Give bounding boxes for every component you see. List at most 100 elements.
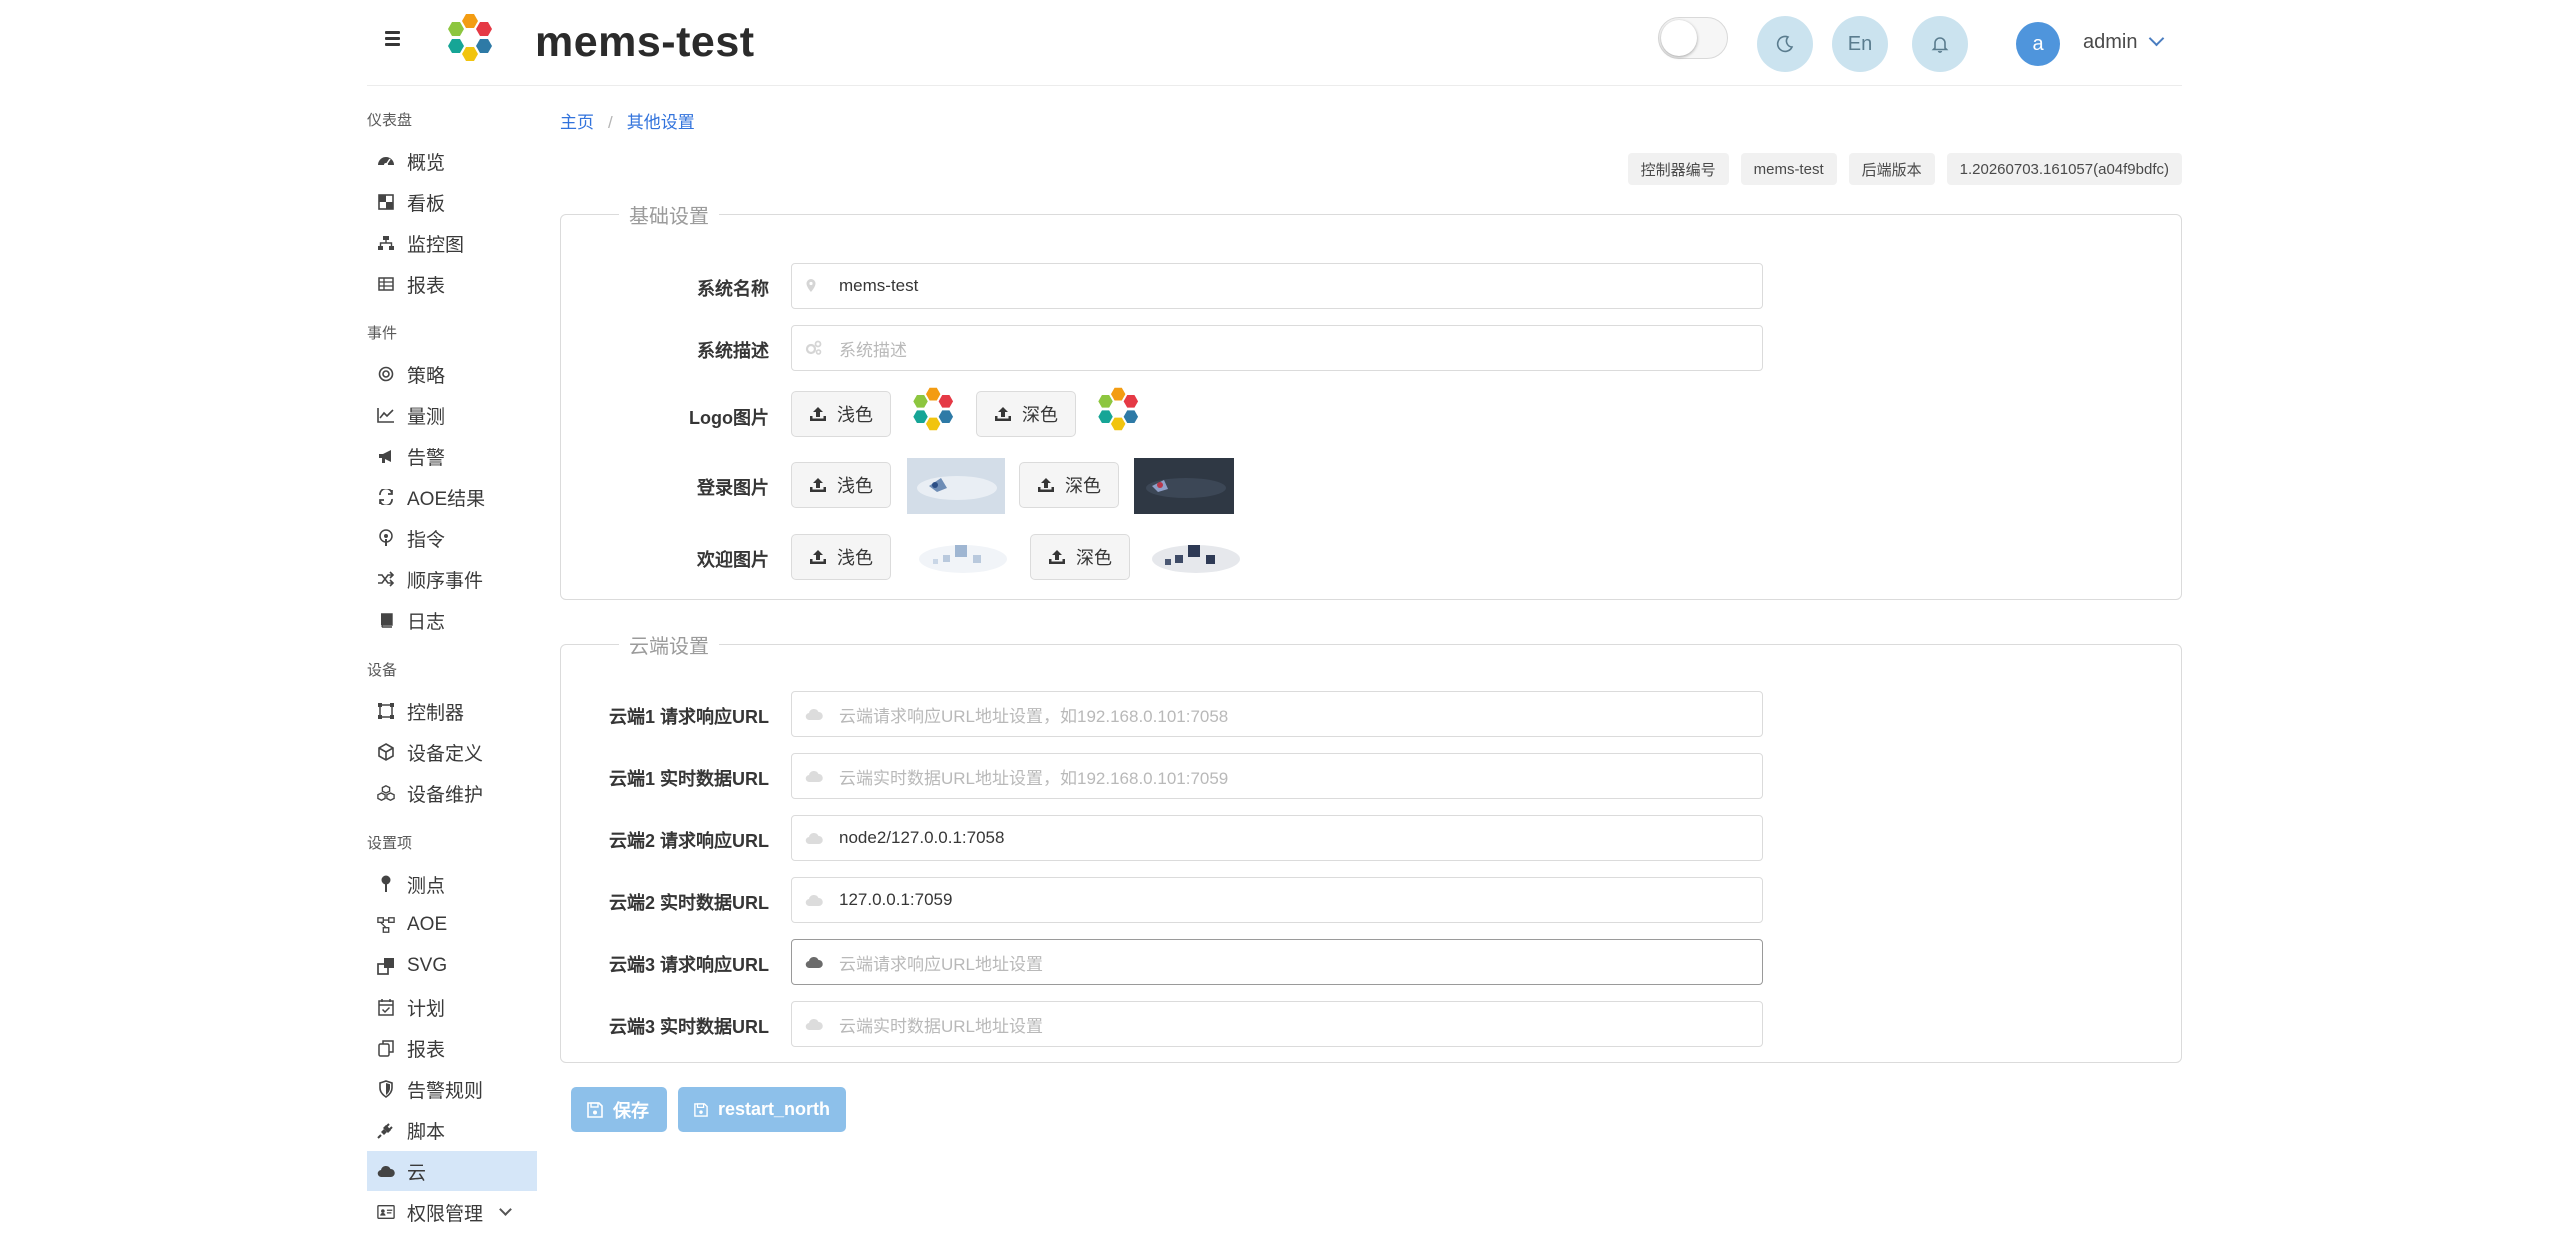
cloud2-request-url-label: 云端2 请求响应URL: [608, 831, 769, 851]
upload-icon: [1049, 550, 1065, 564]
sidebar-item-monitor[interactable]: 监控图: [367, 223, 537, 263]
system-name-field[interactable]: mems-test: [791, 263, 1763, 309]
cube-icon: [377, 743, 395, 761]
dashboard-icon: [377, 152, 395, 170]
login-light-upload-button[interactable]: 浅色: [791, 462, 891, 508]
sidebar-item-command[interactable]: 指令: [367, 518, 537, 558]
info-tags: 控制器编号 mems-test 后端版本 1.20260703.161057(a…: [1627, 153, 2182, 185]
save-icon: [587, 1101, 603, 1118]
exchange-icon: [377, 488, 395, 506]
cloud1-realtime-url-field[interactable]: 云端实时数据URL地址设置，如192.168.0.101:7059: [791, 753, 1763, 799]
system-desc-field[interactable]: 系统描述: [791, 325, 1763, 371]
sidebar-item-board[interactable]: 看板: [367, 182, 537, 222]
login-light-preview: [907, 458, 1005, 514]
sidebar-item-report[interactable]: 报表: [367, 264, 537, 304]
cloud2-request-url-field[interactable]: node2/127.0.0.1:7058: [791, 815, 1763, 861]
notifications-button[interactable]: [1912, 16, 1968, 72]
login-dark-upload-button[interactable]: 深色: [1019, 462, 1119, 508]
save-icon: [694, 1102, 708, 1117]
cloud-icon: [805, 1017, 823, 1031]
sidebar-item-label: 告警: [407, 447, 446, 469]
calendar-check-icon: [377, 998, 395, 1016]
sidebar-item-label: 脚本: [407, 1121, 446, 1143]
system-desc-label: 系统描述: [697, 341, 769, 361]
map-marker-icon: [805, 278, 823, 294]
cloud-settings-legend: 云端设置: [629, 636, 709, 658]
restart-north-button[interactable]: restart_north: [678, 1087, 846, 1132]
cloud-icon: [805, 831, 823, 845]
bell-icon: [1931, 37, 1949, 53]
sidebar-item-svg[interactable]: SVG: [367, 946, 537, 986]
cloud3-request-url-field[interactable]: 云端请求响应URL地址设置: [791, 939, 1763, 985]
login-image-label: 登录图片: [697, 478, 769, 498]
basic-settings-legend: 基础设置: [629, 206, 709, 228]
sidebar-item-sequence-event[interactable]: 顺序事件: [367, 559, 537, 599]
sidebar-item-label: 权限管理: [407, 1203, 484, 1225]
sidebar-item-label: 量测: [407, 406, 446, 428]
vector-square-icon: [377, 702, 395, 720]
sidebar-item-alarm[interactable]: 告警: [367, 436, 537, 476]
sidebar-item-label: 策略: [407, 365, 446, 387]
sidebar-item-plan[interactable]: 计划: [367, 987, 537, 1027]
breadcrumb-current[interactable]: 其他设置: [627, 113, 695, 132]
user-menu[interactable]: admin: [2083, 30, 2165, 54]
sidebar-item-cloud[interactable]: 云: [367, 1151, 537, 1191]
upload-icon: [995, 407, 1011, 421]
sidebar-item-label: 概览: [407, 152, 446, 174]
logo-icon: [448, 14, 492, 61]
system-desc-placeholder: 系统描述: [839, 340, 907, 360]
sidebar-item-controller[interactable]: 控制器: [367, 691, 537, 731]
controller-id-value: mems-test: [1740, 153, 1837, 185]
sidebar-item-aoe-result[interactable]: AOE结果: [367, 477, 537, 517]
board-icon: [377, 193, 395, 211]
cloud3-request-url-placeholder: 云端请求响应URL地址设置: [839, 954, 1044, 974]
random-icon: [377, 570, 395, 588]
welcome-light-preview: [919, 545, 1007, 573]
sidebar-item-script[interactable]: 脚本: [367, 1110, 537, 1150]
sidebar-item-overview[interactable]: 概览: [367, 141, 537, 181]
theme-toggle[interactable]: [1658, 17, 1728, 59]
save-button[interactable]: 保存: [571, 1087, 667, 1132]
cloud3-realtime-url-field[interactable]: 云端实时数据URL地址设置: [791, 1001, 1763, 1047]
logo-dark-upload-button[interactable]: 深色: [976, 391, 1076, 437]
table-icon: [377, 275, 395, 293]
cloud1-request-url-label: 云端1 请求响应URL: [608, 707, 769, 727]
welcome-dark-upload-button[interactable]: 深色: [1030, 534, 1130, 580]
avatar[interactable]: a: [2016, 22, 2060, 66]
sidebar-item-label: 云: [407, 1162, 427, 1184]
language-button[interactable]: En: [1832, 16, 1888, 72]
logo-light-upload-button[interactable]: 浅色: [791, 391, 891, 437]
cloud2-realtime-url-label: 云端2 实时数据URL: [608, 893, 769, 913]
sidebar-item-log[interactable]: 日志: [367, 600, 537, 640]
sidebar-item-measure[interactable]: 量测: [367, 395, 537, 435]
sidebar-item-strategy[interactable]: 策略: [367, 354, 537, 394]
sidebar-item-report-settings[interactable]: 报表: [367, 1028, 537, 1068]
sidebar-item-label: 测点: [407, 875, 446, 897]
logo-light-preview: [913, 387, 954, 431]
breadcrumb-home[interactable]: 主页: [560, 113, 594, 132]
welcome-image-label: 欢迎图片: [697, 550, 769, 570]
sidebar-item-aoe[interactable]: AOE: [367, 905, 537, 945]
clone-icon: [377, 957, 395, 975]
welcome-dark-preview: [1152, 545, 1240, 573]
chart-line-icon: [377, 406, 395, 424]
sidebar-item-label: 设备定义: [407, 743, 484, 765]
sidebar-item-point[interactable]: 测点: [367, 864, 537, 904]
sidebar-item-label: 告警规则: [407, 1080, 484, 1102]
controller-id-label: 控制器编号: [1627, 153, 1729, 185]
welcome-light-upload-button[interactable]: 浅色: [791, 534, 891, 580]
sitemap-icon: [377, 234, 395, 252]
sidebar-item-alarm-rules[interactable]: 告警规则: [367, 1069, 537, 1109]
sidebar-item-permissions[interactable]: 权限管理: [367, 1192, 537, 1232]
cloud1-realtime-url-placeholder: 云端实时数据URL地址设置，如192.168.0.101:7059: [839, 768, 1229, 788]
cloud1-request-url-field[interactable]: 云端请求响应URL地址设置，如192.168.0.101:7058: [791, 691, 1763, 737]
plug-icon: [377, 1121, 395, 1139]
cloud1-request-url-placeholder: 云端请求响应URL地址设置，如192.168.0.101:7058: [839, 706, 1229, 726]
sidebar-item-device-maintenance[interactable]: 设备维护: [367, 773, 537, 813]
dark-mode-button[interactable]: [1757, 16, 1813, 72]
hamburger-menu-icon[interactable]: [383, 28, 403, 48]
cloud2-realtime-url-field[interactable]: 127.0.0.1:7059: [791, 877, 1763, 923]
sidebar-item-device-definition[interactable]: 设备定义: [367, 732, 537, 772]
podcast-icon: [377, 529, 395, 547]
menu-label-settings: 设置项: [367, 835, 413, 852]
